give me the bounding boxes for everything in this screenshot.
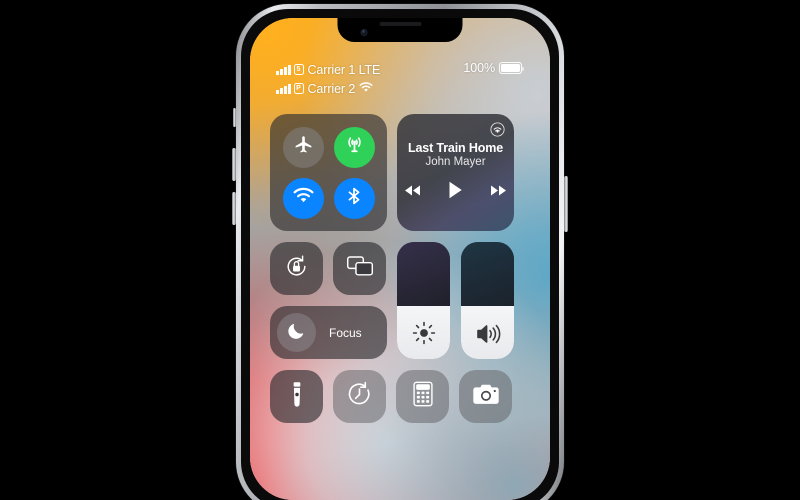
- device-bezel: 5 Carrier 1 LTE P Carrier 2 100% Last Tr…: [241, 9, 559, 500]
- screen-mirroring-button[interactable]: [333, 242, 386, 295]
- sim-2-badge: P: [293, 83, 304, 94]
- device-screen: 5 Carrier 1 LTE P Carrier 2 100% Last Tr…: [250, 18, 550, 500]
- earpiece-speaker: [379, 22, 421, 26]
- track-artist: John Mayer: [425, 156, 486, 168]
- airplay-audio-icon[interactable]: [490, 122, 505, 142]
- lock-mirror-row: [270, 242, 387, 295]
- flashlight-icon: [285, 381, 309, 412]
- sim-1-badge: 5: [293, 64, 304, 75]
- calculator-icon: [412, 381, 434, 412]
- track-title: Last Train Home: [408, 141, 503, 155]
- display-notch: [337, 18, 463, 42]
- focus-label: Focus: [329, 325, 362, 340]
- focus-button[interactable]: Focus: [270, 306, 387, 359]
- battery-icon: [499, 62, 524, 74]
- carrier-1-label: Carrier 1 LTE: [307, 62, 381, 77]
- iphone-device-frame: 5 Carrier 1 LTE P Carrier 2 100% Last Tr…: [232, 4, 568, 500]
- side-power-button[interactable]: [564, 176, 568, 232]
- carrier-2-label: Carrier 2: [307, 81, 356, 96]
- battery-percent-label: 100%: [463, 61, 495, 75]
- fast-forward-icon[interactable]: [490, 184, 507, 202]
- flashlight-button[interactable]: [270, 370, 323, 423]
- wifi-toggle[interactable]: [282, 177, 324, 219]
- volume-slider[interactable]: [461, 242, 514, 359]
- rotation-lock-icon: [283, 253, 310, 285]
- timer-icon: [346, 381, 373, 413]
- bluetooth-icon: [343, 185, 365, 212]
- sliders-group: [397, 242, 514, 359]
- control-center-row-1: Last Train Home John Mayer: [270, 114, 530, 231]
- cellular-data-icon: [343, 133, 366, 161]
- camera-icon: [472, 383, 500, 411]
- brightness-slider[interactable]: [397, 242, 450, 359]
- control-center: Last Train Home John Mayer Focus: [250, 114, 550, 423]
- utilities-row: [270, 370, 530, 423]
- status-bar-left: 5 Carrier 1 LTE P Carrier 2: [276, 60, 380, 98]
- timer-button[interactable]: [333, 370, 386, 423]
- cellular-signal-icon-2: [276, 83, 291, 94]
- volume-down-button[interactable]: [232, 192, 236, 225]
- volume-up-button[interactable]: [232, 148, 236, 181]
- cellular-signal-icon: [276, 64, 291, 75]
- moon-icon: [287, 321, 306, 345]
- wifi-icon: [292, 187, 315, 210]
- bluetooth-toggle[interactable]: [333, 177, 375, 219]
- media-transport-controls: [404, 181, 507, 204]
- mute-switch[interactable]: [233, 108, 236, 127]
- carrier-2-row: P Carrier 2: [276, 79, 380, 98]
- screenshot-canvas: 5 Carrier 1 LTE P Carrier 2 100% Last Tr…: [0, 0, 800, 500]
- screen-mirroring-icon: [346, 255, 374, 282]
- focus-icon-circle: [277, 313, 316, 352]
- now-playing-module[interactable]: Last Train Home John Mayer: [397, 114, 514, 231]
- carrier-1-row: 5 Carrier 1 LTE: [276, 60, 380, 79]
- cellular-data-toggle[interactable]: [333, 126, 375, 168]
- left-controls-column: Focus: [270, 242, 387, 359]
- brightness-icon: [397, 321, 450, 345]
- wifi-icon: [359, 80, 373, 98]
- rotation-lock-toggle[interactable]: [270, 242, 323, 295]
- connectivity-module: [270, 114, 387, 231]
- control-center-row-2: Focus: [270, 242, 530, 359]
- airplane-mode-toggle[interactable]: [282, 126, 324, 168]
- status-bar: 5 Carrier 1 LTE P Carrier 2 100%: [250, 58, 550, 102]
- status-bar-right: 100%: [463, 61, 524, 75]
- front-camera-icon: [360, 29, 368, 36]
- airplane-mode-icon: [293, 134, 314, 160]
- play-icon[interactable]: [448, 181, 463, 204]
- volume-icon: [461, 323, 514, 345]
- camera-button[interactable]: [459, 370, 512, 423]
- calculator-button[interactable]: [396, 370, 449, 423]
- rewind-icon[interactable]: [404, 184, 421, 202]
